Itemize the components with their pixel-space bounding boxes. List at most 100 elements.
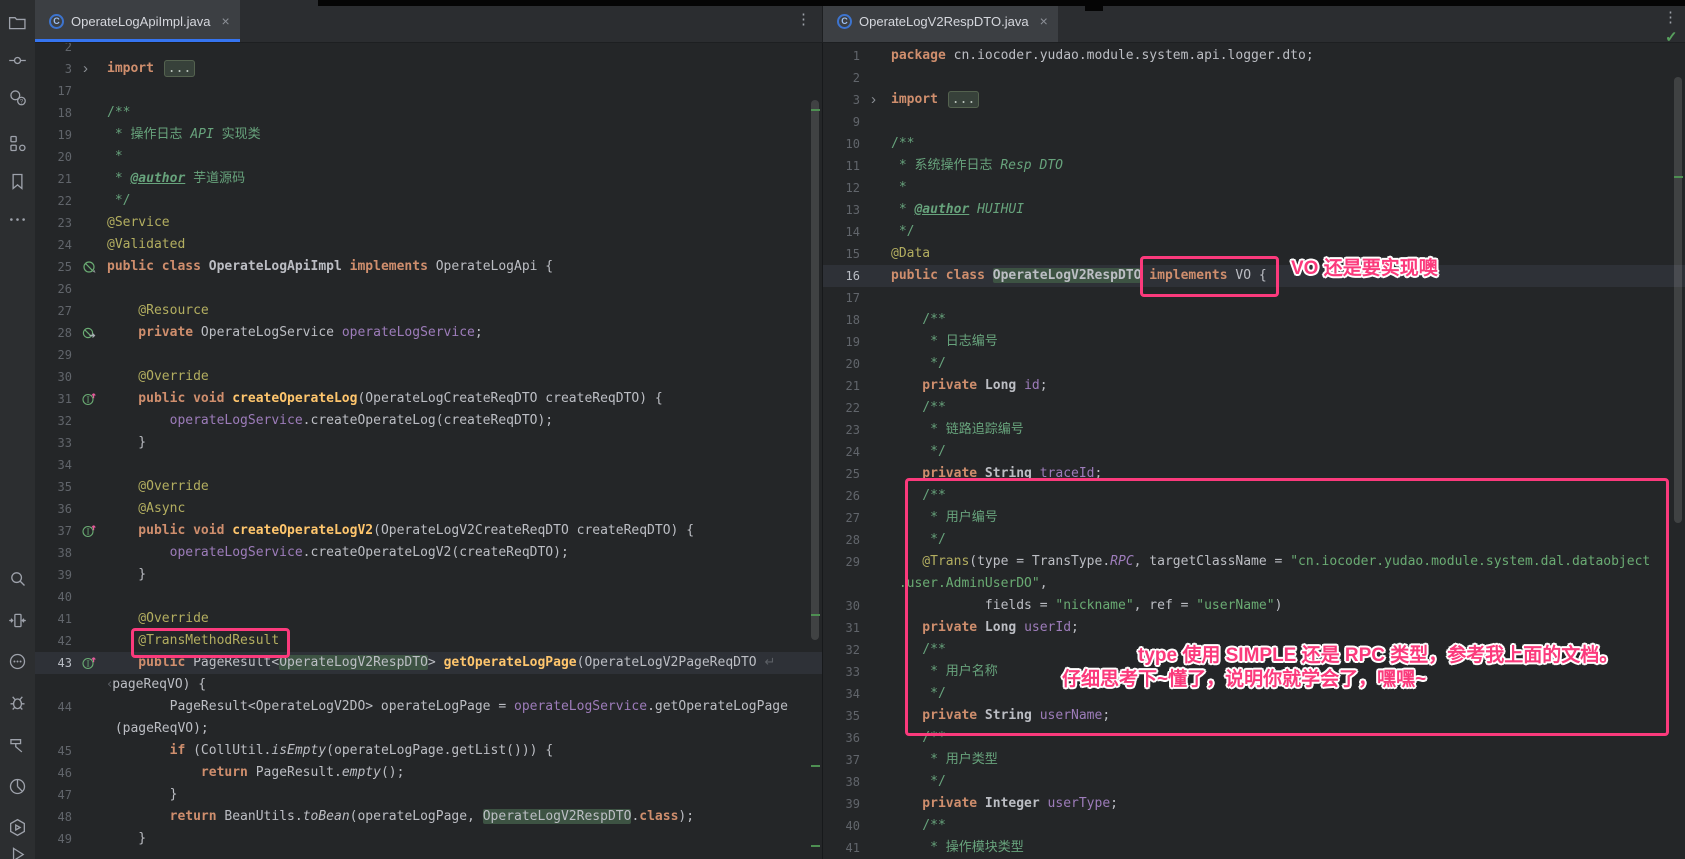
line-number[interactable]: 26 [35,278,79,300]
code-line[interactable]: 40 /** [823,815,1685,837]
code-text[interactable]: import ... [105,58,195,80]
code-text[interactable]: * 操作模块类型 [889,837,1024,859]
fold-arrow-icon[interactable]: › [79,58,105,80]
line-number[interactable]: 34 [35,454,79,476]
line-number[interactable]: 24 [823,441,867,463]
code-line[interactable]: 9 [823,111,1685,133]
code-line[interactable]: 2 [823,67,1685,89]
code-text[interactable]: private Integer userType; [889,793,1118,815]
overrides-method-icon[interactable]: I [79,520,105,542]
line-number[interactable]: 34 [823,683,867,705]
line-number[interactable]: 38 [823,771,867,793]
search-icon[interactable] [7,568,28,589]
code-text[interactable]: operateLogService.createOperateLogV2(cre… [105,542,569,564]
line-number[interactable]: 16 [823,265,867,287]
code-line[interactable]: 33 } [35,432,822,454]
code-line[interactable]: 17 [35,80,822,102]
code-text[interactable]: */ [889,771,946,793]
code-line[interactable]: 22 /** [823,397,1685,419]
implementation-marker-icon[interactable] [79,322,105,344]
line-number[interactable]: 13 [823,199,867,221]
line-number[interactable]: 41 [35,608,79,630]
line-number[interactable]: 32 [35,410,79,432]
code-text[interactable]: public void createOperateLogV2(OperateLo… [105,520,694,542]
line-number[interactable]: 19 [823,331,867,353]
line-number[interactable]: 22 [823,397,867,419]
line-number[interactable]: 9 [823,111,867,133]
code-line[interactable]: 38 */ [823,771,1685,793]
code-line[interactable]: 23 * 链路追踪编号 [823,419,1685,441]
code-line[interactable]: 28 private OperateLogService operateLogS… [35,322,822,344]
code-text[interactable]: /** [889,397,946,419]
code-text[interactable]: private OperateLogService operateLogServ… [105,322,483,344]
line-number[interactable]: 10 [823,133,867,155]
code-text[interactable] [105,454,107,476]
code-text[interactable]: } [105,784,177,806]
line-number[interactable]: 40 [35,586,79,608]
code-line[interactable]: 20 * [35,146,822,168]
code-text[interactable]: * 操作日志 API 实现类 [105,124,261,146]
code-line[interactable]: 10/** [823,133,1685,155]
line-number[interactable]: 35 [823,705,867,727]
line-number[interactable]: 25 [823,463,867,485]
line-number[interactable]: 32 [823,639,867,661]
line-number[interactable]: 27 [823,507,867,529]
line-number[interactable]: 47 [35,784,79,806]
line-number[interactable] [35,674,79,696]
code-text[interactable]: ‹pageReqVO) { [105,674,206,696]
git-commit-icon[interactable] [7,50,28,71]
line-number[interactable]: 42 [35,630,79,652]
code-line[interactable]: 22 */ [35,190,822,212]
code-text[interactable]: */ [105,190,130,212]
line-number[interactable]: 21 [823,375,867,397]
code-text[interactable]: } [105,432,146,454]
code-text[interactable]: * 系统操作日志 Resp DTO [889,155,1063,177]
line-number[interactable]: 11 [823,155,867,177]
code-text[interactable]: * [889,177,907,199]
line-number[interactable]: 17 [35,80,79,102]
debug-icon[interactable] [7,692,28,713]
code-line[interactable]: 24@Validated [35,234,822,256]
code-line[interactable]: 11 * 系统操作日志 Resp DTO [823,155,1685,177]
code-line[interactable]: 18 /** [823,309,1685,331]
code-line[interactable]: 37I public void createOperateLogV2(Opera… [35,520,822,542]
code-line[interactable]: 3›import ... [35,58,822,80]
code-line[interactable]: 40 [35,586,822,608]
code-line[interactable]: 34 [35,454,822,476]
line-number[interactable]: 49 [35,828,79,850]
fold-arrow-icon[interactable]: › [867,89,889,111]
code-text[interactable] [105,43,107,58]
code-text[interactable]: if (CollUtil.isEmpty(operateLogPage.getL… [105,740,553,762]
code-line[interactable]: 27 @Resource [35,300,822,322]
left-editor-scrollbar[interactable] [811,100,819,640]
code-line[interactable]: 14 */ [823,221,1685,243]
run-icon[interactable] [7,844,28,859]
line-number[interactable]: 30 [823,595,867,617]
code-text[interactable]: @Data [889,243,930,265]
line-number[interactable]: 45 [35,740,79,762]
code-line[interactable]: 45 if (CollUtil.isEmpty(operateLogPage.g… [35,740,822,762]
code-line[interactable]: 39 } [35,564,822,586]
move-tool-icon[interactable] [7,610,28,631]
line-number[interactable]: 40 [823,815,867,837]
code-text[interactable]: /** [889,815,946,837]
code-text[interactable]: (pageReqVO); [105,718,209,740]
line-number[interactable]: 24 [35,234,79,256]
line-number[interactable]: 46 [35,762,79,784]
line-number[interactable]: 39 [35,564,79,586]
editor-operatelogv2respdto[interactable]: 1package cn.iocoder.yudao.module.system.… [822,43,1685,859]
line-number[interactable]: 25 [35,256,79,278]
line-number[interactable]: 33 [823,661,867,683]
line-number[interactable]: 1 [823,45,867,67]
code-text[interactable]: /** [889,309,946,331]
line-number[interactable]: 35 [35,476,79,498]
line-number[interactable]: 39 [823,793,867,815]
code-text[interactable]: * 日志编号 [889,331,998,353]
code-text[interactable]: @Override [105,476,209,498]
services-icon[interactable] [7,817,28,838]
code-text[interactable]: * [105,146,123,168]
code-line[interactable]: 19 * 日志编号 [823,331,1685,353]
code-text[interactable]: public void createOperateLog(OperateLogC… [105,388,663,410]
code-line[interactable]: 49 } [35,828,822,850]
editor-options-kebab-icon[interactable]: ⋮ [1663,10,1678,25]
